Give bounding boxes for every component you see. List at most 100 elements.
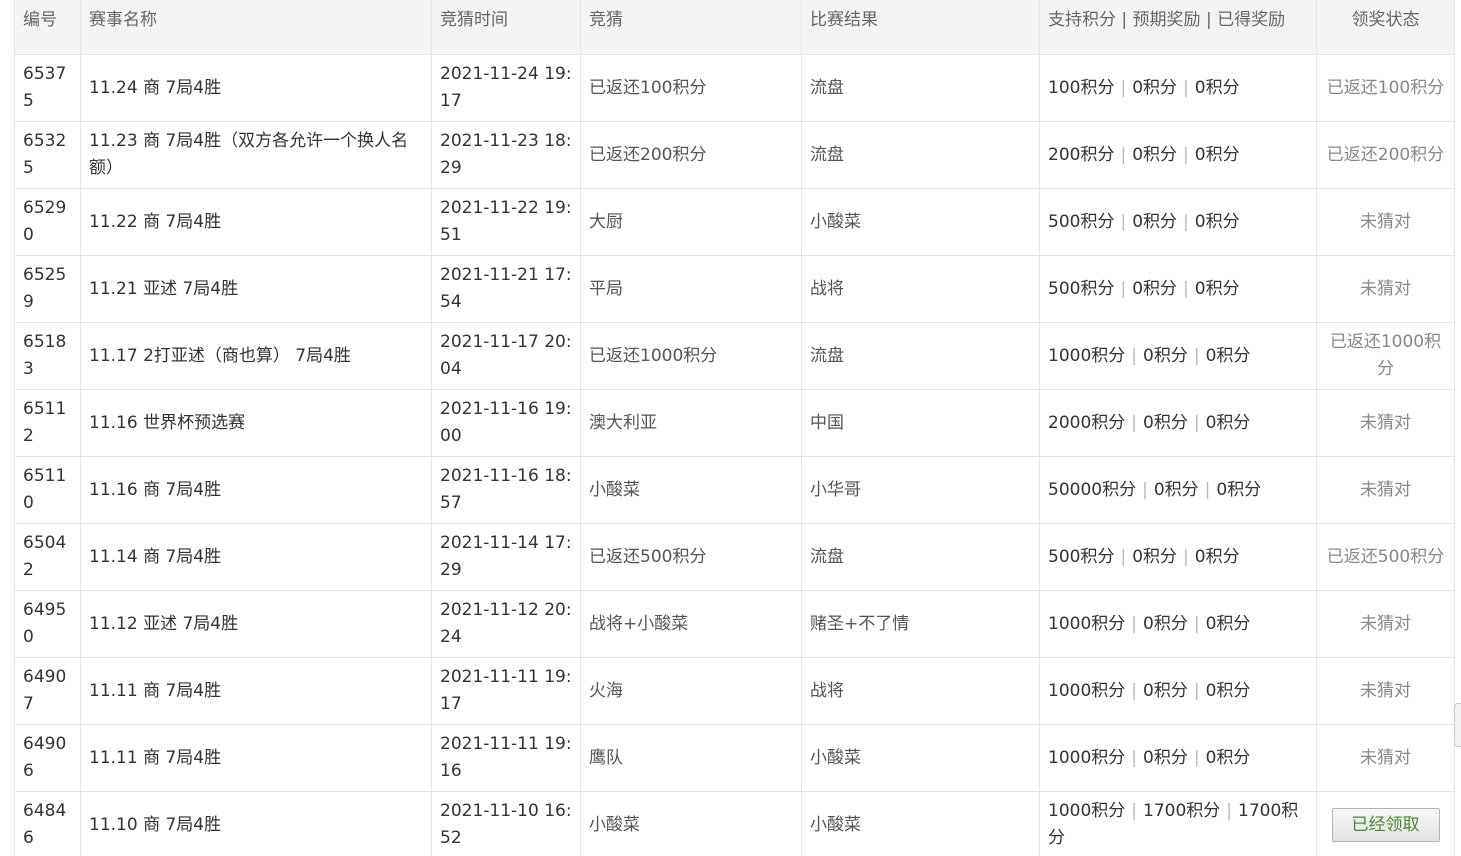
points-cell: 200积分 | 0积分 | 0积分 (1039, 121, 1317, 189)
table-header: 编号 赛事名称 竞猜时间 竞猜 比赛结果 支持积分 | 预期奖励 | 已得奖励 … (14, 0, 1455, 55)
points-separator: | (1193, 345, 1200, 366)
match-id: 65112 (14, 389, 81, 457)
earned-reward: 0积分 (1194, 278, 1240, 299)
reward-status: 已返还1000积分 (1316, 322, 1455, 390)
match-result: 中国 (801, 389, 1040, 457)
points-separator: | (1131, 613, 1137, 634)
table-body: 65375 11.24 商 7局4胜 2021-11-24 19:17 已返还100积… (14, 54, 1455, 856)
match-id: 64846 (14, 791, 81, 856)
expected-reward: 0积分 (1143, 613, 1188, 634)
guess-time: 2021-11-21 17:54 (431, 255, 581, 323)
points-separator: | (1120, 77, 1127, 98)
earned-reward: 0积分 (1205, 412, 1251, 433)
points-separator: | (1131, 747, 1137, 768)
match-name: 11.23 商 7局4胜（双方各允许一个换人名额） (80, 121, 432, 189)
table-row: 64950 11.12 亚述 7局4胜 2021-11-12 20:24 战将+小酸菜… (14, 590, 1455, 658)
reward-status: 已经领取 (1316, 791, 1455, 856)
reward-status: 已返还200积分 (1316, 121, 1455, 189)
guess-choice: 大厨 (580, 188, 802, 256)
match-name: 11.24 商 7局4胜 (80, 54, 432, 122)
match-result: 战将 (801, 255, 1040, 323)
guess-history-page: 编号 赛事名称 竞猜时间 竞猜 比赛结果 支持积分 | 预期奖励 | 已得奖励 … (0, 0, 1461, 856)
earned-reward: 0积分 (1194, 211, 1240, 232)
points-cell: 1000积分 | 0积分 | 0积分 (1039, 590, 1317, 658)
earned-reward: 0积分 (1205, 747, 1251, 768)
earned-reward: 0积分 (1194, 77, 1240, 98)
match-result: 流盘 (801, 322, 1040, 390)
match-result: 小酸菜 (801, 791, 1040, 856)
points-separator: | (1131, 345, 1137, 366)
match-id: 65183 (14, 322, 81, 390)
support-points: 1000积分 (1048, 680, 1126, 701)
guess-choice: 已返还1000积分 (580, 322, 802, 390)
match-name: 11.11 商 7局4胜 (80, 657, 432, 725)
points-separator: | (1193, 412, 1200, 433)
guess-time: 2021-11-17 20:04 (431, 322, 581, 390)
points-cell: 500积分 | 0积分 | 0积分 (1039, 523, 1317, 591)
match-name: 11.16 商 7局4胜 (80, 456, 432, 524)
match-name: 11.11 商 7局4胜 (80, 724, 432, 792)
support-points: 1000积分 (1048, 801, 1126, 821)
reward-status: 未猜对 (1316, 255, 1455, 323)
guess-time: 2021-11-14 17:29 (431, 523, 581, 591)
points-separator: | (1131, 801, 1137, 821)
points-separator: | (1226, 801, 1232, 821)
support-points: 1000积分 (1048, 747, 1126, 768)
guess-choice: 小酸菜 (580, 791, 802, 856)
support-points: 500积分 (1048, 546, 1115, 567)
reward-status: 未猜对 (1316, 456, 1455, 524)
match-name: 11.22 商 7局4胜 (80, 188, 432, 256)
claimed-button[interactable]: 已经领取 (1331, 808, 1440, 842)
points-separator: | (1193, 613, 1200, 634)
points-cell: 2000积分 | 0积分 | 0积分 (1039, 389, 1317, 457)
match-id: 64950 (14, 590, 81, 658)
guess-choice: 已返还100积分 (580, 54, 802, 122)
table-row: 65110 11.16 商 7局4胜 2021-11-16 18:57 小酸菜 小华哥 5… (14, 456, 1455, 524)
match-id: 64906 (14, 724, 81, 792)
guess-choice: 澳大利亚 (580, 389, 802, 457)
guess-time: 2021-11-11 19:17 (431, 657, 581, 725)
support-points: 500积分 (1048, 278, 1115, 299)
points-separator: | (1193, 680, 1200, 701)
match-result: 流盘 (801, 54, 1040, 122)
table-row: 65112 11.16 世界杯预选赛 2021-11-16 19:00 澳大利亚 中国 2… (14, 389, 1455, 457)
points-cell: 500积分 | 0积分 | 0积分 (1039, 255, 1317, 323)
table-row: 65183 11.17 2打亚述（商也算） 7局4胜 2021-11-17 20:0… (14, 322, 1455, 390)
guess-choice: 鹰队 (580, 724, 802, 792)
earned-reward: 0积分 (1205, 613, 1251, 634)
support-points: 1000积分 (1048, 613, 1126, 634)
points-separator: | (1204, 479, 1211, 500)
expected-reward: 0积分 (1132, 278, 1178, 299)
match-id: 65110 (14, 456, 81, 524)
points-separator: | (1183, 144, 1189, 165)
points-cell: 50000积分 | 0积分 | 0积分 (1039, 456, 1317, 524)
match-result: 小酸菜 (801, 724, 1040, 792)
reward-status: 未猜对 (1316, 188, 1455, 256)
guess-choice: 已返还500积分 (580, 523, 802, 591)
points-cell: 1000积分 | 1700积分 | 1700积分 (1039, 791, 1317, 856)
support-points: 1000积分 (1048, 345, 1126, 366)
match-id: 65290 (14, 188, 81, 256)
match-id: 65042 (14, 523, 81, 591)
header-result: 比赛结果 (801, 0, 1040, 55)
guess-choice: 已返还200积分 (580, 121, 802, 189)
guess-time: 2021-11-10 16:52 (431, 791, 581, 856)
points-cell: 1000积分 | 0积分 | 0积分 (1039, 724, 1317, 792)
table-row: 65375 11.24 商 7局4胜 2021-11-24 19:17 已返还100积… (14, 54, 1455, 122)
support-points: 50000积分 (1048, 479, 1137, 500)
points-separator: | (1120, 546, 1127, 567)
match-name: 11.21 亚述 7局4胜 (80, 255, 432, 323)
support-points: 2000积分 (1048, 412, 1126, 433)
match-result: 赌圣+不了情 (801, 590, 1040, 658)
points-cell: 500积分 | 0积分 | 0积分 (1039, 188, 1317, 256)
guess-choice: 小酸菜 (580, 456, 802, 524)
guess-history-table: 编号 赛事名称 竞猜时间 竞猜 比赛结果 支持积分 | 预期奖励 | 已得奖励 … (14, 0, 1455, 856)
points-separator: | (1131, 412, 1137, 433)
earned-reward: 0积分 (1216, 479, 1262, 500)
guess-choice: 战将+小酸菜 (580, 590, 802, 658)
match-id: 65325 (14, 121, 81, 189)
side-scroll-handle[interactable] (1454, 703, 1461, 747)
expected-reward: 0积分 (1132, 77, 1178, 98)
earned-reward: 0积分 (1194, 144, 1240, 165)
points-separator: | (1120, 278, 1127, 299)
